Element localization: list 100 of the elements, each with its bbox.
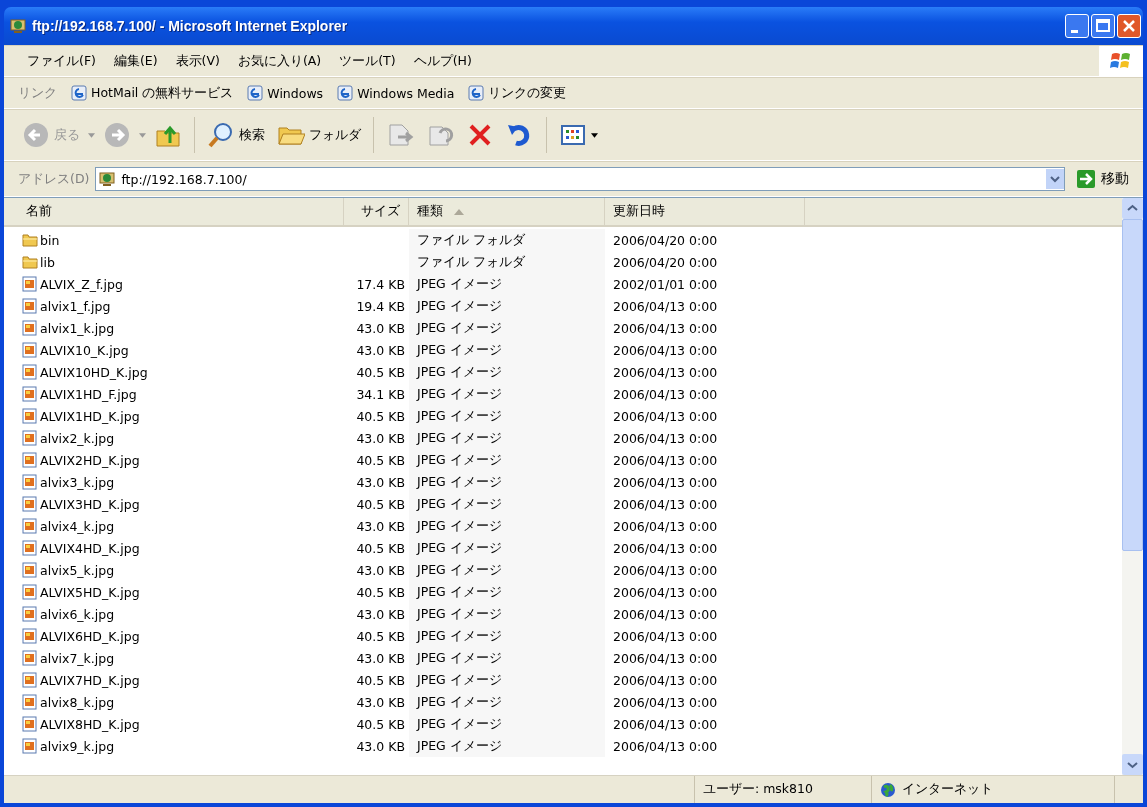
dropdown-button[interactable]: [1046, 169, 1064, 189]
size-cell-text: 43.0 KB: [355, 561, 406, 580]
minimize-button[interactable]: [1065, 14, 1089, 38]
type-cell: JPEG イメージ: [409, 493, 605, 515]
search-icon: [207, 121, 235, 149]
file-name-cell[interactable]: alvix8_k.jpg: [4, 691, 344, 713]
type-cell: JPEG イメージ: [409, 669, 605, 691]
image-file-icon: [22, 694, 38, 710]
links-label: リンク: [18, 84, 57, 102]
minimize-icon: [1071, 29, 1078, 33]
file-name-cell[interactable]: lib: [4, 251, 344, 273]
file-name-cell[interactable]: ALVIX10HD_K.jpg: [4, 361, 344, 383]
type-cell: JPEG イメージ: [409, 427, 605, 449]
page-arrow-icon: [386, 121, 414, 149]
size-cell-text: 43.0 KB: [355, 341, 406, 360]
file-name-cell[interactable]: alvix9_k.jpg: [4, 735, 344, 757]
menu-item[interactable]: ツール(T): [330, 50, 405, 72]
file-name-cell[interactable]: bin: [4, 229, 344, 251]
size-cell-text: 40.5 KB: [355, 407, 406, 426]
menu-item[interactable]: 表示(V): [166, 50, 229, 72]
type-cell: JPEG イメージ: [409, 471, 605, 493]
file-name-cell[interactable]: alvix5_k.jpg: [4, 559, 344, 581]
file-name-cell[interactable]: ALVIX6HD_K.jpg: [4, 625, 344, 647]
folders-button[interactable]: フォルダ: [273, 119, 365, 151]
type-cell: JPEG イメージ: [409, 735, 605, 757]
file-name-cell[interactable]: alvix3_k.jpg: [4, 471, 344, 493]
type-cell: JPEG イメージ: [409, 273, 605, 295]
image-file-icon: [22, 650, 38, 666]
link-button[interactable]: リンクの変更: [468, 84, 567, 102]
type-cell: JPEG イメージ: [409, 361, 605, 383]
folder-icon: [22, 232, 38, 248]
date-cell-text: 2006/04/20 0:00: [612, 231, 719, 250]
browser-page-icon: [337, 85, 354, 101]
file-name-cell[interactable]: ALVIX2HD_K.jpg: [4, 449, 344, 471]
type-cell: JPEG イメージ: [409, 537, 605, 559]
size-cell-text: 43.0 KB: [355, 649, 406, 668]
menu-item[interactable]: お気に入り(A): [228, 50, 331, 72]
file-name-cell[interactable]: ALVIX5HD_K.jpg: [4, 581, 344, 603]
size-cell-text: 19.4 KB: [355, 297, 406, 316]
browser-page-icon: [468, 85, 485, 101]
caret-icon[interactable]: [139, 132, 146, 138]
maximize-button[interactable]: [1091, 14, 1115, 38]
file-name-cell[interactable]: alvix4_k.jpg: [4, 515, 344, 537]
column-header[interactable]: 種類: [409, 198, 605, 225]
caret-icon[interactable]: [88, 132, 95, 138]
link-button[interactable]: HotMail の無料サービス: [71, 84, 234, 102]
close-button[interactable]: [1117, 14, 1141, 38]
type-cell: JPEG イメージ: [409, 581, 605, 603]
file-name-cell[interactable]: alvix1_k.jpg: [4, 317, 344, 339]
column-header[interactable]: 更新日時: [605, 198, 805, 225]
file-name-cell[interactable]: alvix6_k.jpg: [4, 603, 344, 625]
date-cell-text: 2006/04/13 0:00: [612, 671, 719, 690]
status-zone: インターネット: [902, 781, 993, 798]
date-cell-text: 2006/04/13 0:00: [612, 341, 719, 360]
link-button[interactable]: Windows Media: [337, 85, 455, 101]
browser-page-icon: [71, 85, 87, 101]
file-name-cell[interactable]: ALVIX1HD_F.jpg: [4, 383, 344, 405]
file-name-cell[interactable]: ALVIX8HD_K.jpg: [4, 713, 344, 735]
scroll-up-button[interactable]: [1122, 198, 1143, 219]
image-file-icon: [22, 430, 38, 446]
column-header[interactable]: 名前: [4, 198, 344, 225]
image-file-icon: [22, 606, 38, 622]
type-cell: JPEG イメージ: [409, 691, 605, 713]
type-cell: ファイル フォルダ: [409, 251, 605, 273]
date-cell-text: 2006/04/20 0:00: [612, 253, 719, 272]
file-name-cell[interactable]: ALVIX_Z_f.jpg: [4, 273, 344, 295]
menu-item[interactable]: ヘルプ(H): [404, 50, 481, 72]
image-file-icon: [22, 738, 38, 754]
image-file-icon: [22, 452, 38, 468]
caret-icon: [591, 132, 598, 138]
file-name-cell[interactable]: alvix7_k.jpg: [4, 647, 344, 669]
go-button[interactable]: 移動: [1071, 169, 1135, 189]
menu-item[interactable]: 編集(E): [104, 50, 167, 72]
file-name-cell[interactable]: ALVIX3HD_K.jpg: [4, 493, 344, 515]
menu-item[interactable]: ファイル(F): [18, 50, 105, 72]
column-header[interactable]: サイズ: [344, 198, 409, 225]
file-name-cell[interactable]: alvix2_k.jpg: [4, 427, 344, 449]
size-cell-text: 43.0 KB: [355, 605, 406, 624]
file-name-cell[interactable]: ALVIX4HD_K.jpg: [4, 537, 344, 559]
browser-page-icon: [247, 85, 264, 101]
date-cell-text: 2006/04/13 0:00: [612, 495, 719, 514]
date-cell-text: 2006/04/13 0:00: [612, 385, 719, 404]
scroll-thumb[interactable]: [1122, 219, 1143, 551]
type-cell: JPEG イメージ: [409, 339, 605, 361]
address-field[interactable]: ftp://192.168.7.100/: [95, 167, 1065, 191]
file-name-cell[interactable]: alvix1_f.jpg: [4, 295, 344, 317]
size-cell-text: 43.0 KB: [355, 737, 406, 756]
type-cell: JPEG イメージ: [409, 405, 605, 427]
file-name-cell[interactable]: ALVIX7HD_K.jpg: [4, 669, 344, 691]
scroll-down-button[interactable]: [1122, 754, 1143, 775]
image-file-icon: [22, 386, 38, 402]
search-button[interactable]: 検索: [203, 119, 269, 151]
file-name-cell[interactable]: ALVIX1HD_K.jpg: [4, 405, 344, 427]
size-cell-text: 40.5 KB: [355, 671, 406, 690]
link-button[interactable]: Windows: [247, 85, 324, 101]
type-cell: JPEG イメージ: [409, 295, 605, 317]
size-cell-text: 40.5 KB: [355, 539, 406, 558]
type-cell: JPEG イメージ: [409, 317, 605, 339]
size-cell-text: 40.5 KB: [355, 715, 406, 734]
file-name-cell[interactable]: ALVIX10_K.jpg: [4, 339, 344, 361]
